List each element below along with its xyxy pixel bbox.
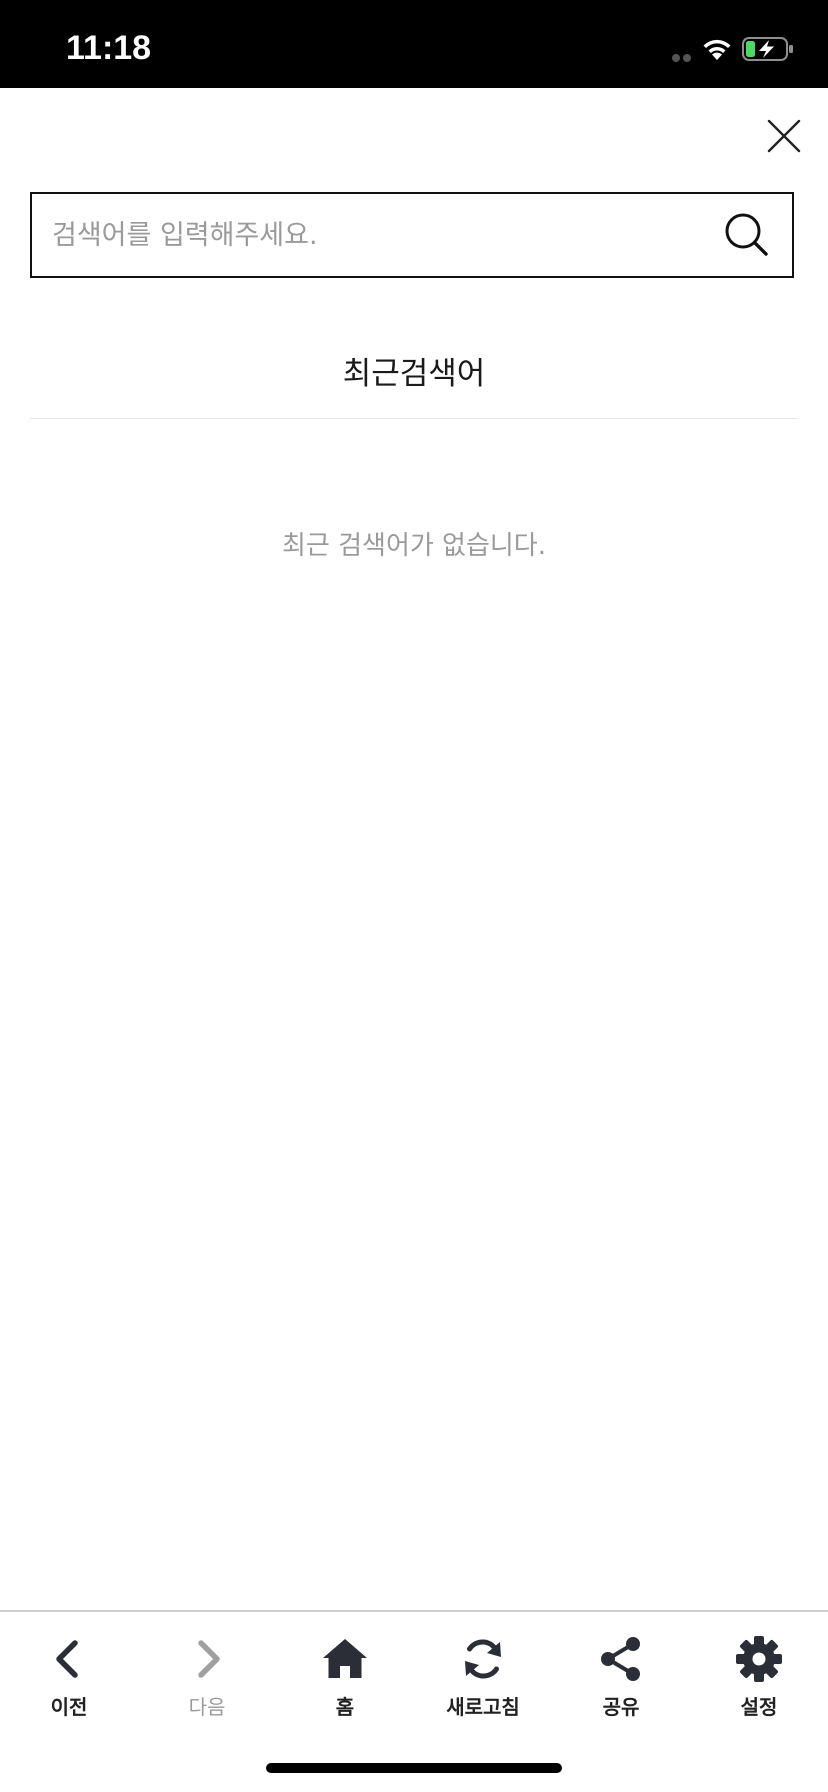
search-screen: 11:18 최 bbox=[0, 0, 828, 1792]
home-indicator bbox=[266, 1763, 562, 1773]
refresh-button[interactable]: 새로고침 bbox=[414, 1626, 552, 1730]
chevron-left-icon bbox=[56, 1640, 78, 1678]
search-input[interactable] bbox=[52, 194, 702, 276]
forward-button[interactable]: 다음 bbox=[138, 1626, 276, 1730]
recent-empty-message: 최근 검색어가 없습니다. bbox=[282, 531, 546, 561]
battery-charging-icon bbox=[742, 37, 793, 61]
home-label: 홈 bbox=[335, 1695, 355, 1719]
search-icon bbox=[725, 213, 768, 256]
recent-divider bbox=[30, 418, 798, 419]
settings-button[interactable]: 설정 bbox=[690, 1626, 828, 1730]
signal-icon bbox=[672, 54, 692, 62]
share-button[interactable]: 공유 bbox=[552, 1626, 690, 1730]
wifi-icon bbox=[703, 39, 731, 60]
settings-label: 설정 bbox=[740, 1695, 778, 1719]
close-button[interactable] bbox=[760, 112, 808, 160]
status-bar: 11:18 bbox=[0, 0, 828, 88]
share-label: 공유 bbox=[602, 1695, 640, 1719]
refresh-icon bbox=[465, 1639, 501, 1679]
search-button[interactable] bbox=[722, 210, 772, 260]
chevron-right-icon bbox=[198, 1640, 220, 1678]
close-icon bbox=[767, 119, 801, 153]
back-label: 이전 bbox=[50, 1695, 88, 1719]
back-button[interactable]: 이전 bbox=[0, 1626, 138, 1730]
share-icon bbox=[601, 1637, 640, 1681]
forward-label: 다음 bbox=[188, 1695, 226, 1719]
refresh-label: 새로고침 bbox=[446, 1695, 520, 1719]
recent-searches-title: 최근검색어 bbox=[342, 356, 486, 392]
gear-icon bbox=[736, 1636, 782, 1682]
status-time: 11:18 bbox=[66, 29, 152, 67]
home-icon bbox=[323, 1639, 367, 1678]
home-button[interactable]: 홈 bbox=[276, 1626, 414, 1730]
search-box bbox=[30, 192, 794, 278]
